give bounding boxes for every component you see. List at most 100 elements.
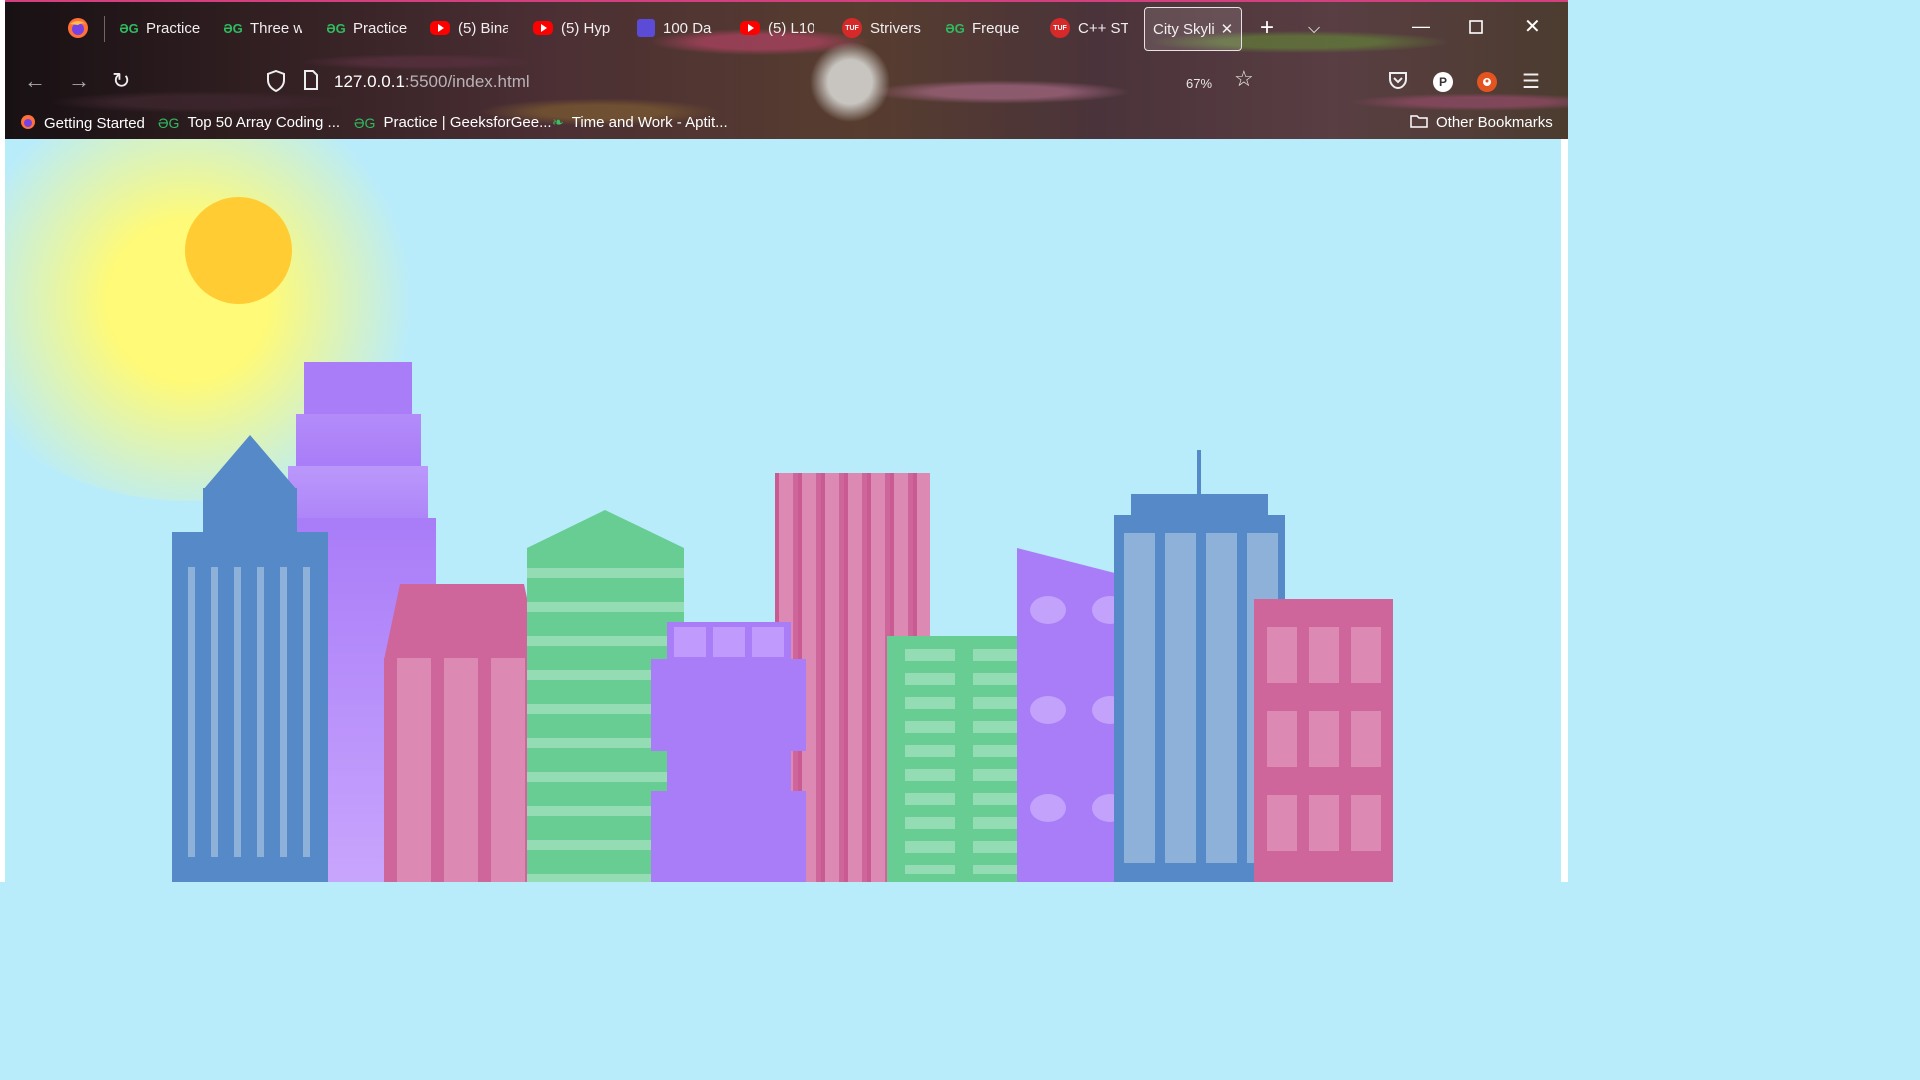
building-window bbox=[1267, 711, 1297, 767]
bookmark-getting-started[interactable]: Getting Started bbox=[20, 114, 145, 133]
other-bookmarks-folder[interactable]: Other Bookmarks bbox=[1410, 114, 1553, 131]
shield-icon[interactable] bbox=[266, 69, 286, 98]
forward-arrow-icon[interactable]: → bbox=[68, 68, 90, 94]
antenna bbox=[1197, 450, 1201, 495]
building-window-column bbox=[973, 649, 1023, 874]
tab-label: C++ ST bbox=[1078, 19, 1128, 37]
building-window bbox=[752, 627, 784, 657]
close-tab-icon[interactable]: ✕ bbox=[1221, 20, 1234, 38]
window-frame-right bbox=[1561, 139, 1568, 882]
calendar-icon bbox=[637, 19, 655, 37]
tab-label: Practice bbox=[146, 19, 200, 37]
url-bar[interactable]: 127.0.0.1:5500/index.html bbox=[334, 72, 530, 92]
tab-label: Practice bbox=[353, 19, 407, 37]
tab-l10[interactable]: (5) L10 bbox=[740, 10, 814, 46]
profile-avatar[interactable]: P bbox=[1433, 72, 1453, 92]
new-tab-plus-icon[interactable]: + bbox=[1260, 14, 1274, 42]
tab-practice-1[interactable]: ƏG Practice bbox=[120, 10, 200, 46]
sun bbox=[185, 197, 292, 304]
purple-building-wing-upper bbox=[651, 659, 806, 751]
building-window bbox=[674, 627, 706, 657]
back-arrow-icon[interactable]: ← bbox=[24, 68, 46, 94]
pink-window-grid-building bbox=[1254, 599, 1393, 882]
building-window-column bbox=[1206, 533, 1237, 863]
url-path: :5500/index.html bbox=[404, 72, 530, 91]
reload-icon[interactable]: ↻ bbox=[112, 68, 130, 94]
blue-spire-roof bbox=[203, 435, 297, 490]
tab-100-days[interactable]: 100 Da bbox=[637, 10, 712, 46]
tab-strip: ƏG Practice ƏG Three w ƏG Practice (5) B… bbox=[0, 6, 1568, 52]
purple-building-middle bbox=[667, 750, 791, 792]
pink-building-roof bbox=[384, 584, 540, 660]
other-bookmarks-label: Other Bookmarks bbox=[1436, 114, 1553, 131]
youtube-icon bbox=[740, 21, 760, 35]
building-window-stripe bbox=[211, 567, 218, 857]
building-window-column bbox=[397, 658, 431, 882]
building-window-stripe bbox=[234, 567, 241, 857]
bookmark-label: Getting Started bbox=[44, 115, 145, 132]
gfg-icon: ƏG bbox=[354, 114, 376, 131]
youtube-icon bbox=[533, 21, 553, 35]
list-tabs-chevron-icon[interactable]: ⌵ bbox=[1308, 20, 1320, 38]
tuf-icon: TUF bbox=[842, 18, 862, 38]
browser-chrome: ƏG Practice ƏG Three w ƏG Practice (5) B… bbox=[0, 0, 1568, 139]
purple-tower-top bbox=[304, 362, 412, 415]
tab-label: 100 Da bbox=[663, 19, 712, 37]
blue-tower-top bbox=[1131, 494, 1268, 516]
firefox-logo-icon[interactable] bbox=[66, 10, 92, 46]
bookmark-practice-gfg[interactable]: ƏG Practice | GeeksforGee... bbox=[354, 114, 552, 131]
purple-building-top bbox=[667, 622, 791, 660]
url-host: 127.0.0.1 bbox=[334, 72, 405, 91]
maximize-icon[interactable] bbox=[1469, 18, 1483, 39]
building-window bbox=[1351, 627, 1381, 683]
bookmark-top-50-array[interactable]: ƏG Top 50 Array Coding ... bbox=[158, 114, 340, 131]
bookmark-label: Top 50 Array Coding ... bbox=[187, 114, 341, 131]
green-building-roof bbox=[527, 510, 684, 550]
nav-toolbar: ← → ↻ 127.0.0.1:5500/index.html 67% ☆ P … bbox=[0, 60, 1568, 104]
tab-label: Freque bbox=[972, 19, 1020, 37]
bookmarks-bar: Getting Started ƏG Top 50 Array Coding .… bbox=[0, 110, 1568, 138]
building-window bbox=[1309, 627, 1339, 683]
building-window-stripe bbox=[280, 567, 287, 857]
tab-practice-2[interactable]: ƏG Practice bbox=[327, 10, 407, 46]
tab-three-w[interactable]: ƏG Three w bbox=[224, 10, 302, 46]
leaf-icon: ❧ bbox=[552, 114, 564, 130]
gfg-icon: ƏG bbox=[946, 20, 965, 36]
minimize-icon[interactable]: — bbox=[1412, 16, 1430, 37]
gfg-icon: ƏG bbox=[327, 20, 346, 36]
hamburger-menu-icon[interactable]: ☰ bbox=[1522, 69, 1540, 94]
purple-building-wing-lower bbox=[651, 791, 806, 882]
city-skyline-page bbox=[5, 139, 1561, 882]
bookmark-time-and-work[interactable]: ❧ Time and Work - Aptit... bbox=[552, 114, 728, 131]
pink-building bbox=[384, 658, 540, 882]
purple-tower-tier-3 bbox=[288, 466, 428, 519]
gfg-icon: ƏG bbox=[120, 20, 139, 36]
bookmark-label: Time and Work - Aptit... bbox=[571, 114, 728, 131]
building-window bbox=[1267, 627, 1297, 683]
gfg-icon: ƏG bbox=[224, 20, 243, 36]
bookmark-star-icon[interactable]: ☆ bbox=[1234, 66, 1254, 92]
zoom-level[interactable]: 67% bbox=[1186, 76, 1212, 91]
building-window bbox=[1309, 795, 1339, 851]
building-window-stripe bbox=[188, 567, 195, 857]
page-icon bbox=[303, 70, 319, 96]
tab-cpp-stl[interactable]: TUF C++ ST bbox=[1050, 10, 1128, 46]
building-window bbox=[1309, 711, 1339, 767]
youtube-icon bbox=[430, 21, 450, 35]
duckduckgo-extension-icon[interactable] bbox=[1477, 72, 1497, 92]
close-window-icon[interactable]: ✕ bbox=[1524, 14, 1541, 39]
tuf-icon: TUF bbox=[1050, 18, 1070, 38]
tab-label: Three w bbox=[250, 19, 302, 37]
building-window-column bbox=[1124, 533, 1155, 863]
tab-binary[interactable]: (5) Bina bbox=[430, 10, 508, 46]
tab-hyp[interactable]: (5) Hyp bbox=[533, 10, 611, 46]
pocket-icon[interactable] bbox=[1388, 70, 1408, 96]
tab-strivers[interactable]: TUF Strivers bbox=[842, 10, 922, 46]
building-window-column bbox=[491, 658, 525, 882]
building-window-column bbox=[444, 658, 478, 882]
building-window bbox=[1351, 711, 1381, 767]
tab-freque[interactable]: ƏG Freque bbox=[946, 10, 1022, 46]
building-window-stripe bbox=[303, 567, 310, 857]
building-window bbox=[713, 627, 745, 657]
tab-city-skyline-active[interactable]: City Skyli ✕ bbox=[1144, 7, 1242, 51]
